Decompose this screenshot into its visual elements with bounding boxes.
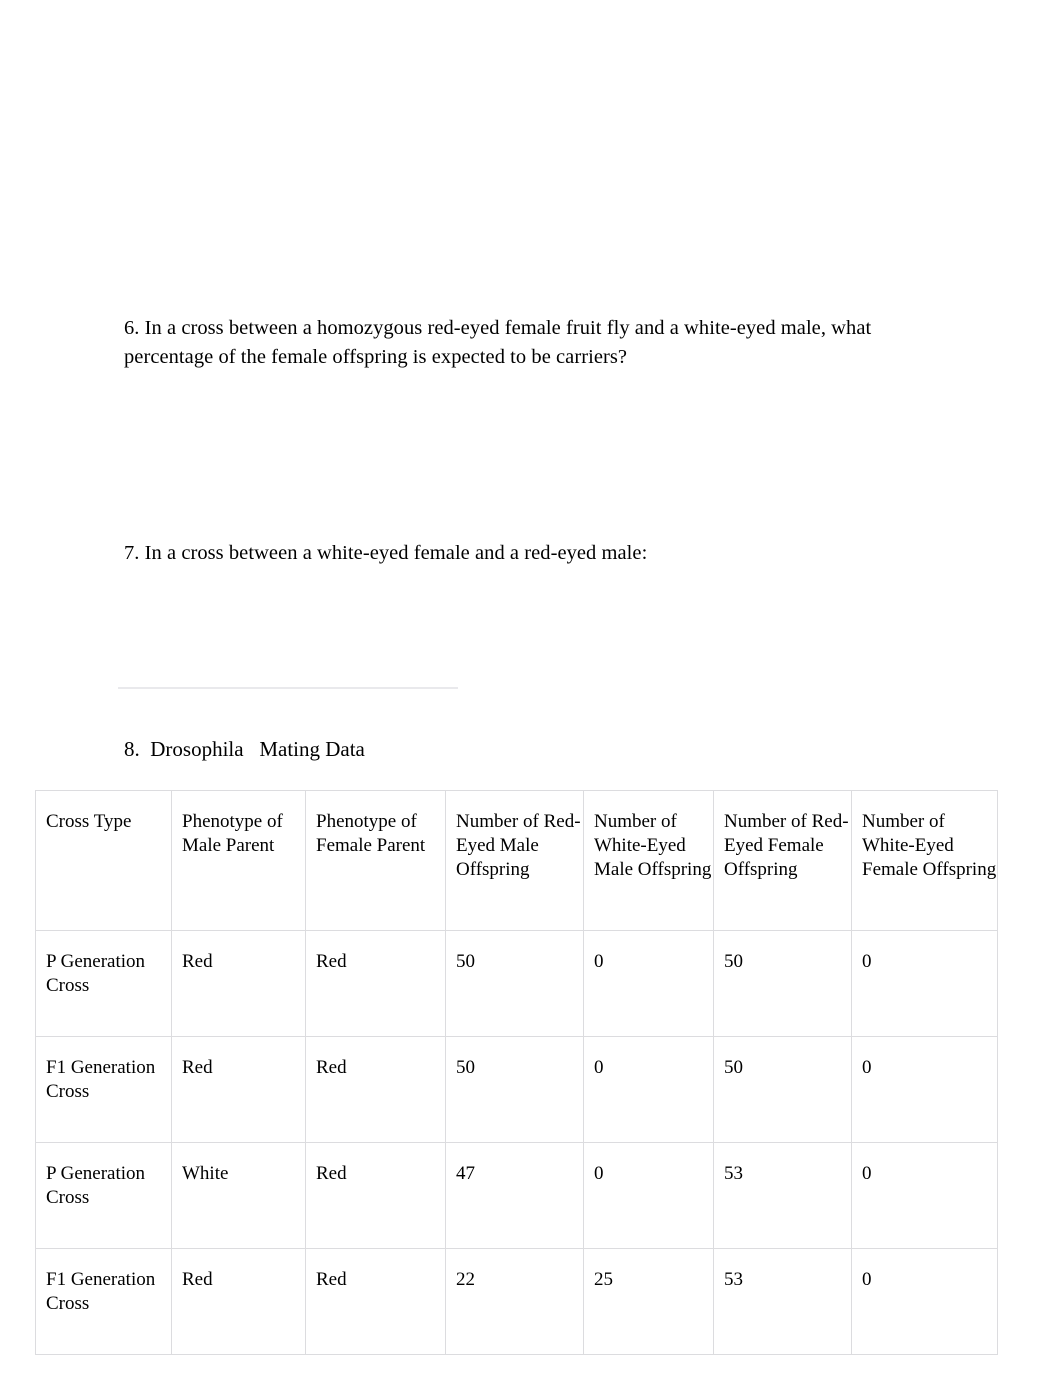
table-row: F1 Generation Cross Red Red 22 25 53 0 (35, 1248, 998, 1355)
cell-red-eyed-female-offspring: 53 (713, 1248, 852, 1355)
cell-cross-type: F1 Generation Cross (35, 1036, 172, 1143)
cell-white-eyed-female-offspring: 0 (851, 930, 998, 1037)
cell-male-parent-phenotype: White (171, 1142, 306, 1249)
cell-male-parent-phenotype: Red (171, 1248, 306, 1355)
cell-male-parent-phenotype: Red (171, 930, 306, 1037)
cell-female-parent-phenotype: Red (305, 930, 446, 1037)
column-header-female-parent-phenotype: Phenotype of Female Parent (305, 790, 446, 931)
cell-female-parent-phenotype: Red (305, 1142, 446, 1249)
column-header-red-eyed-female-offspring: Number of Red-Eyed Female Offspring (713, 790, 852, 931)
column-header-red-eyed-male-offspring: Number of Red-Eyed Male Offspring (445, 790, 584, 931)
cell-red-eyed-female-offspring: 53 (713, 1142, 852, 1249)
cell-cross-type: P Generation Cross (35, 1142, 172, 1249)
cell-white-eyed-female-offspring: 0 (851, 1036, 998, 1143)
drosophila-mating-data-table: Cross Type Phenotype of Male Parent Phen… (35, 790, 998, 1355)
column-header-white-eyed-female-offspring: Number of White-Eyed Female Offspring (851, 790, 998, 931)
column-header-male-parent-phenotype: Phenotype of Male Parent (171, 790, 306, 931)
table-header: Cross Type Phenotype of Male Parent Phen… (35, 790, 998, 931)
cell-white-eyed-male-offspring: 0 (583, 1142, 714, 1249)
table-body: P Generation Cross Red Red 50 0 50 0 F1 … (35, 930, 998, 1355)
cell-female-parent-phenotype: Red (305, 1248, 446, 1355)
table-row: P Generation Cross White Red 47 0 53 0 (35, 1142, 998, 1249)
cell-red-eyed-male-offspring: 50 (445, 930, 584, 1037)
column-header-white-eyed-male-offspring: Number of White-Eyed Male Offspring (583, 790, 714, 931)
cell-female-parent-phenotype: Red (305, 1036, 446, 1143)
cell-white-eyed-male-offspring: 0 (583, 1036, 714, 1143)
table-row: F1 Generation Cross Red Red 50 0 50 0 (35, 1036, 998, 1143)
cell-white-eyed-male-offspring: 25 (583, 1248, 714, 1355)
cell-red-eyed-female-offspring: 50 (713, 1036, 852, 1143)
cell-red-eyed-male-offspring: 50 (445, 1036, 584, 1143)
question-6-text: 6. In a cross between a homozygous red-e… (124, 316, 872, 368)
answer-line-divider (118, 687, 458, 689)
table-header-row: Cross Type Phenotype of Male Parent Phen… (35, 790, 998, 931)
cell-cross-type: F1 Generation Cross (35, 1248, 172, 1355)
cell-red-eyed-male-offspring: 47 (445, 1142, 584, 1249)
cell-red-eyed-male-offspring: 22 (445, 1248, 584, 1355)
column-header-cross-type: Cross Type (35, 790, 172, 931)
table-row: P Generation Cross Red Red 50 0 50 0 (35, 930, 998, 1037)
cell-red-eyed-female-offspring: 50 (713, 930, 852, 1037)
cell-white-eyed-male-offspring: 0 (583, 930, 714, 1037)
cell-white-eyed-female-offspring: 0 (851, 1142, 998, 1249)
cell-cross-type: P Generation Cross (35, 930, 172, 1037)
cell-male-parent-phenotype: Red (171, 1036, 306, 1143)
question-7-text: 7. In a cross between a white-eyed femal… (124, 541, 648, 564)
cell-white-eyed-female-offspring: 0 (851, 1248, 998, 1355)
document-page: 6. In a cross between a homozygous red-e… (0, 0, 1062, 1376)
table-caption: 8. Drosophila Mating Data (124, 737, 365, 761)
